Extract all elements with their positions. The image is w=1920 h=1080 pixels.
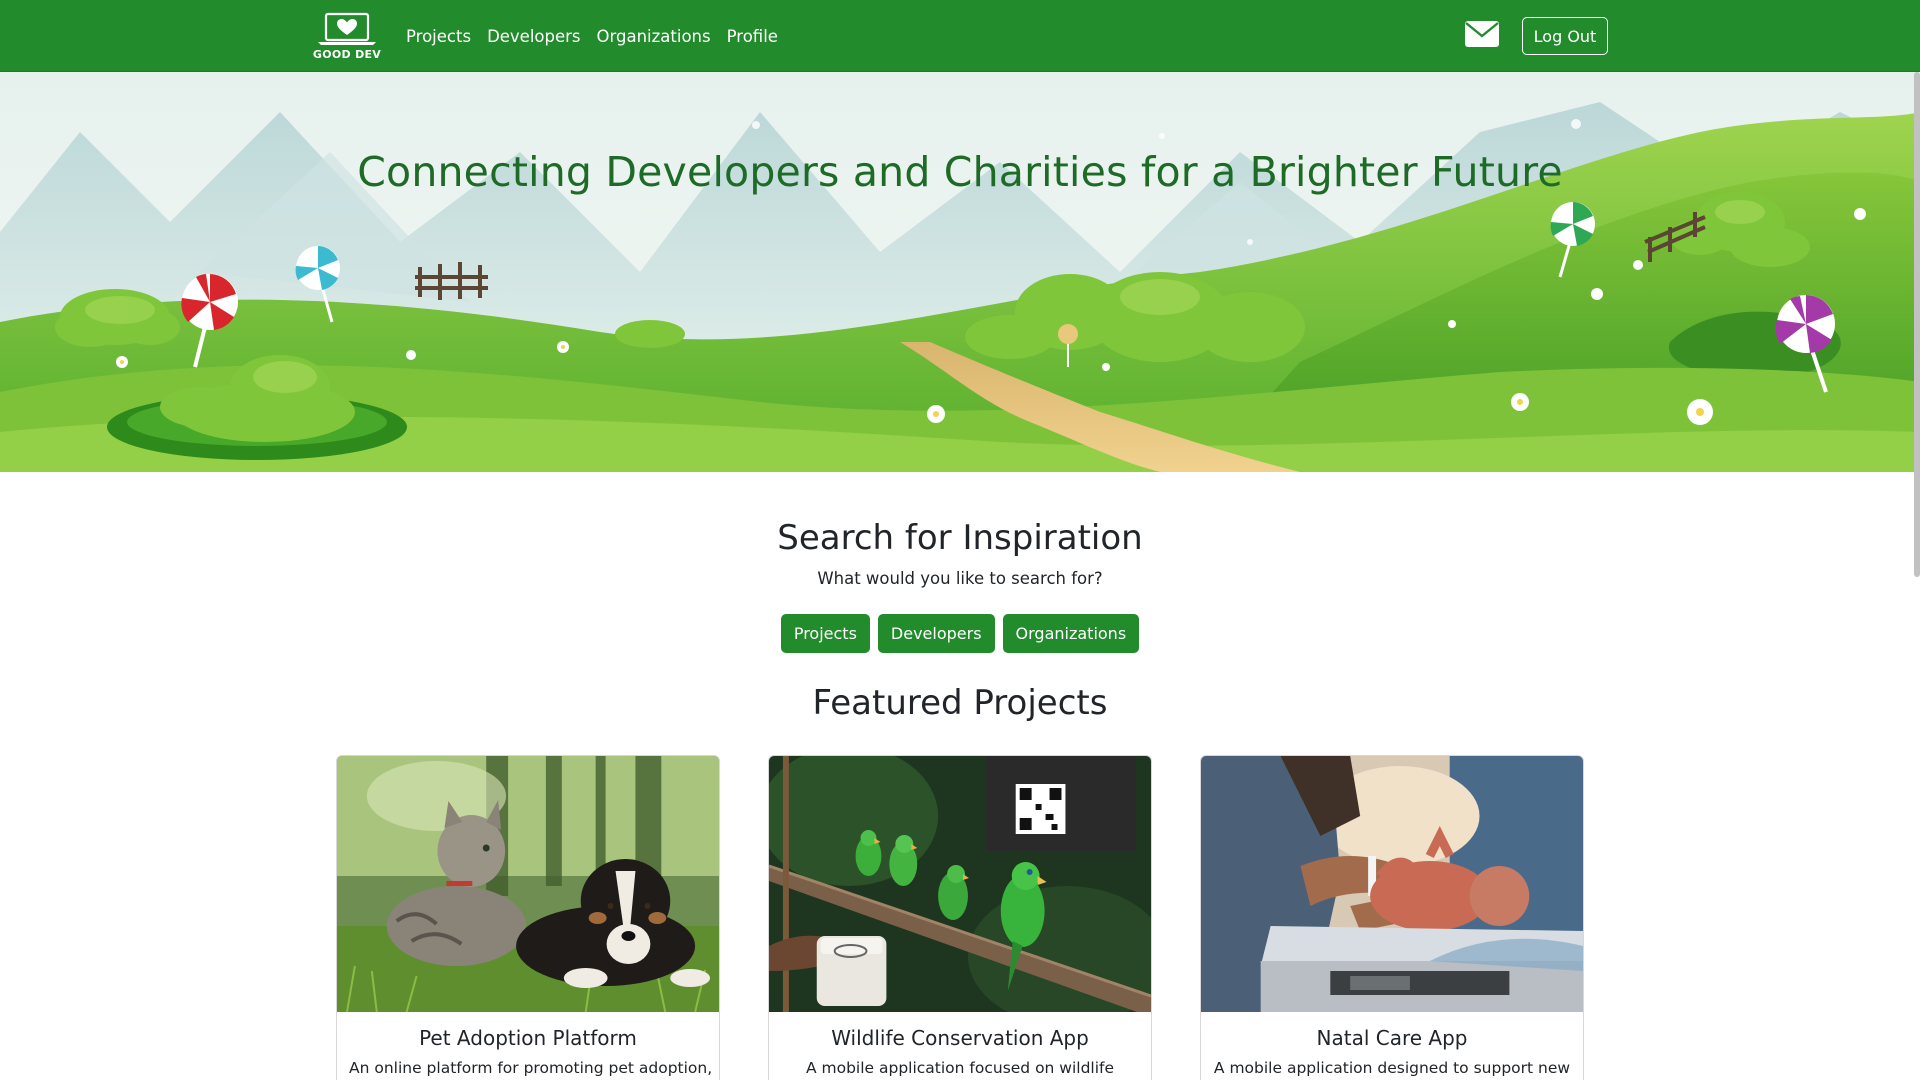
search-heading: Search for Inspiration [777, 518, 1143, 558]
brand-name: GOOD DEV [312, 48, 382, 61]
logout-button[interactable]: Log Out [1522, 17, 1608, 55]
main-nav: Projects Developers Organizations Profil… [406, 0, 786, 72]
card-title: Wildlife Conservation App [831, 1026, 1089, 1050]
card-description: An online platform for promoting pet ado… [349, 1059, 713, 1077]
hero-title: Connecting Developers and Charities for … [357, 148, 1563, 196]
search-organizations-button[interactable]: Organizations [1002, 614, 1140, 653]
featured-projects-heading: Featured Projects [812, 683, 1108, 723]
hero-landscape-illustration [0, 72, 1920, 472]
search-button-group: Projects Developers Organizations [0, 614, 1920, 653]
cat-and-dog-image [337, 756, 719, 1012]
search-subtitle: What would you like to search for? [817, 569, 1103, 588]
brand-logo[interactable]: GOOD DEV [311, 12, 383, 62]
card-description: A mobile application designed to support… [1213, 1059, 1571, 1077]
project-card-pet-adoption[interactable]: Pet Adoption Platform An online platform… [336, 755, 720, 1080]
nav-link-developers[interactable]: Developers [479, 27, 588, 46]
card-title: Natal Care App [1316, 1026, 1468, 1050]
top-navbar: GOOD DEV Projects Developers Organizatio… [0, 0, 1920, 72]
envelope-icon[interactable] [1465, 21, 1499, 47]
project-card-wildlife-conservation[interactable]: Wildlife Conservation App A mobile appli… [768, 755, 1152, 1080]
nav-link-profile[interactable]: Profile [719, 27, 786, 46]
laptop-heart-icon [318, 12, 376, 45]
newborn-scale-image [1201, 756, 1583, 1012]
card-title: Pet Adoption Platform [419, 1026, 637, 1050]
search-projects-button[interactable]: Projects [780, 614, 870, 653]
hero-banner: Connecting Developers and Charities for … [0, 72, 1920, 472]
parrots-image [769, 756, 1151, 1012]
card-description: A mobile application focused on wildlife [805, 1059, 1115, 1077]
nav-link-organizations[interactable]: Organizations [589, 27, 719, 46]
search-developers-button[interactable]: Developers [877, 614, 995, 653]
page-scrollbar[interactable] [1914, 72, 1920, 577]
project-card-natal-care[interactable]: Natal Care App A mobile application desi… [1200, 755, 1584, 1080]
nav-link-projects[interactable]: Projects [406, 27, 479, 46]
